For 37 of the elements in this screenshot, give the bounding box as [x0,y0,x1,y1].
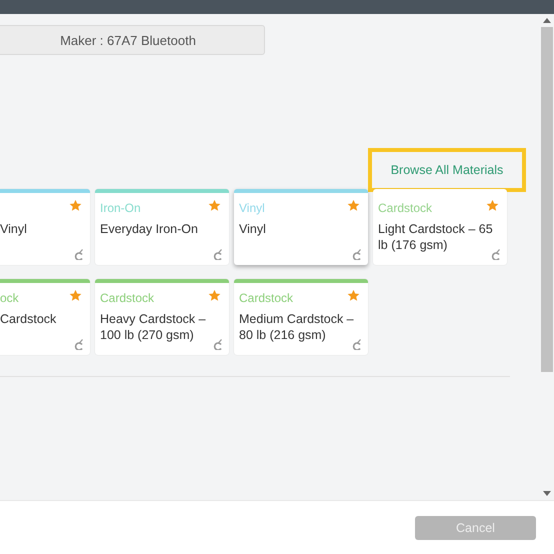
material-name: Light Cardstock – 65 lb (176 gsm) [378,221,494,253]
material-card[interactable]: Cardstock Heavy Cardstock – 100 lb (270 gsm) [95,279,229,355]
material-card[interactable]: Cardstock Medium Cardstock – 80 lb (216 gsm) [234,279,368,355]
material-name: Vinyl [0,221,28,237]
star-icon[interactable] [69,199,82,212]
star-icon[interactable] [69,289,82,302]
c-shape-icon [352,339,362,350]
c-shape-icon [213,339,223,350]
star-icon[interactable] [347,199,360,212]
device-button[interactable]: Maker : 67A7 Bluetooth [0,25,265,55]
star-icon[interactable] [208,199,221,212]
star-icon[interactable] [208,289,221,302]
material-category: Cardstock [239,291,294,306]
star-icon[interactable] [347,289,360,302]
c-shape-icon [74,249,84,260]
material-category: Iron-On [100,201,141,216]
material-name: Everyday Iron-On [100,221,199,237]
material-name: Heavy Cardstock – 100 lb (270 gsm) [100,311,207,343]
scroll-up-icon[interactable] [543,18,551,23]
material-card[interactable]: Vinyl [0,189,90,265]
material-card[interactable]: Cardstock Light Cardstock – 65 lb (176 gsm) [373,189,507,265]
material-name: Medium Cardstock – 80 lb (216 gsm) [239,311,355,343]
material-name: Vinyl [239,221,267,237]
c-shape-icon [491,249,501,260]
material-category: Cardstock [100,291,154,306]
c-shape-icon [74,339,84,350]
material-card[interactable]: Iron-On Everyday Iron-On [95,189,229,265]
material-category: ock [0,291,19,306]
star-icon[interactable] [486,199,499,212]
scroll-down-icon[interactable] [543,491,551,496]
material-card[interactable]: ock Cardstock [0,279,90,355]
c-shape-icon [352,249,362,260]
material-name: Cardstock [0,311,58,327]
material-category: Cardstock [378,201,432,216]
material-card[interactable]: Vinyl Vinyl [234,189,368,265]
c-shape-icon [213,249,223,260]
material-category: Vinyl [239,201,265,216]
